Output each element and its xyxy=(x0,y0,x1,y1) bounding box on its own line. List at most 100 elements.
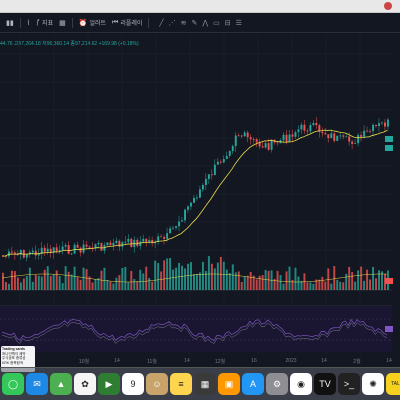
alert-button[interactable]: ⏰ 얼러트 xyxy=(79,18,106,28)
time-axis-label: 12월 xyxy=(214,359,226,365)
candle-body xyxy=(193,197,195,203)
volume-bar xyxy=(297,276,300,290)
trend-line-icon[interactable]: ╱ xyxy=(159,19,163,27)
volume-bar xyxy=(2,272,4,290)
replay-label: 리플레이 xyxy=(120,21,143,27)
contacts-app-icon[interactable]: ☺ xyxy=(146,373,168,395)
candle-body xyxy=(354,143,357,144)
candle-body xyxy=(261,146,264,148)
position-icon[interactable]: ▭ xyxy=(213,19,220,27)
volume-bar xyxy=(109,281,112,290)
maps-app-icon[interactable]: ▲ xyxy=(50,373,72,395)
messages-app-icon[interactable]: ◯ xyxy=(2,373,24,395)
volume-bar xyxy=(282,283,285,290)
tradingview-app-icon[interactable]: TV xyxy=(314,373,336,395)
volume-bar xyxy=(106,279,109,290)
candle-body xyxy=(366,130,369,132)
volume-bar xyxy=(31,281,34,290)
photos-app-icon[interactable]: ✿ xyxy=(74,373,96,395)
volume-bar xyxy=(351,272,354,290)
candle-body xyxy=(201,184,204,190)
terminal-app-icon[interactable]: >_ xyxy=(338,373,360,395)
candle-body xyxy=(237,135,240,137)
price-chart[interactable] xyxy=(0,34,400,360)
candle-body xyxy=(169,228,172,234)
volume-bar xyxy=(237,271,240,290)
pattern-icon[interactable]: ⋀ xyxy=(202,19,208,27)
volume-bar xyxy=(4,282,7,290)
launchpad-app-icon[interactable]: ▦ xyxy=(194,373,216,395)
volume-bar xyxy=(243,276,246,290)
ruler-icon[interactable]: ⊟ xyxy=(225,19,231,27)
volume-bar xyxy=(378,270,381,290)
volume-bar xyxy=(261,275,264,290)
volume-bar xyxy=(375,278,378,290)
chart-type-icon[interactable]: ⌇ xyxy=(27,19,30,27)
candle-body xyxy=(378,123,381,126)
volume-bar xyxy=(249,271,252,290)
candle-body xyxy=(336,135,339,141)
chrome-app-icon[interactable]: ◉ xyxy=(290,373,312,395)
candle-body xyxy=(330,133,333,139)
indicators-label: 지표 xyxy=(42,21,54,27)
volume-bar xyxy=(142,273,145,290)
candle-body xyxy=(196,197,198,199)
facetime-glyph: ▶ xyxy=(105,378,113,389)
candle-body xyxy=(327,134,330,139)
volume-bar xyxy=(300,280,303,290)
volume-bar xyxy=(333,266,336,290)
volume-bar xyxy=(348,266,351,290)
indicators-button[interactable]: ƒ 지표 xyxy=(36,18,53,27)
volume-bar xyxy=(49,276,52,290)
volume-bar xyxy=(82,267,85,290)
candle-body xyxy=(348,136,351,142)
candle-body xyxy=(130,238,133,248)
user-avatar[interactable] xyxy=(384,2,392,10)
chart-interval-icon[interactable]: ▮▮ xyxy=(6,19,14,27)
volume-bar xyxy=(258,275,261,290)
volume-bar xyxy=(160,271,163,290)
maps-glyph: ▲ xyxy=(56,379,66,389)
candle-body xyxy=(70,253,73,255)
candle-body xyxy=(300,124,303,130)
volume-bar xyxy=(312,283,315,290)
time-axis-label: 14 xyxy=(184,358,190,364)
chatgpt-app-icon[interactable]: ✺ xyxy=(362,373,384,395)
volume-bar xyxy=(309,282,312,290)
app-store-app-icon[interactable]: A xyxy=(242,373,264,395)
volume-bar xyxy=(70,274,73,290)
volume-bar xyxy=(306,282,309,290)
notes-app-icon[interactable]: ≡ xyxy=(170,373,192,395)
candle-body xyxy=(172,227,175,229)
volume-bar xyxy=(175,267,178,290)
annotation-icon[interactable]: ☰ xyxy=(236,19,242,27)
candle-body xyxy=(291,134,294,137)
toolbar-divider xyxy=(148,17,150,28)
fib-icon[interactable]: ≋ xyxy=(181,19,187,27)
candle-body xyxy=(363,130,366,137)
volume-bar xyxy=(360,266,363,290)
volume-marker xyxy=(385,278,393,284)
volume-bar xyxy=(255,279,258,290)
calendar-app-icon[interactable]: 9 xyxy=(122,373,144,395)
candle-body xyxy=(231,146,234,152)
facetime-app-icon[interactable]: ▶ xyxy=(98,373,120,395)
candle-body xyxy=(124,241,127,243)
pitchfork-icon[interactable]: ⋰ xyxy=(169,19,176,27)
layout-icon[interactable]: ▦ xyxy=(59,19,66,27)
candle-body xyxy=(190,202,192,207)
mail-app-icon[interactable]: ✉ xyxy=(26,373,48,395)
replay-button[interactable]: ⏮ 리플레이 xyxy=(112,18,143,28)
time-axis-label: 11월 xyxy=(147,359,157,365)
volume-bar xyxy=(118,275,121,290)
candle-body xyxy=(333,133,336,141)
candle-body xyxy=(303,124,306,131)
candle-body xyxy=(67,245,70,254)
volume-bar xyxy=(216,262,219,290)
kakaotalk-app-icon[interactable]: TALK xyxy=(386,373,400,395)
brush-icon[interactable]: ✎ xyxy=(192,19,198,27)
candle-body xyxy=(324,133,327,135)
slideshow-app-icon[interactable]: ▣ xyxy=(218,373,240,395)
candle-body xyxy=(25,254,28,258)
system-settings-app-icon[interactable]: ⚙ xyxy=(266,373,288,395)
